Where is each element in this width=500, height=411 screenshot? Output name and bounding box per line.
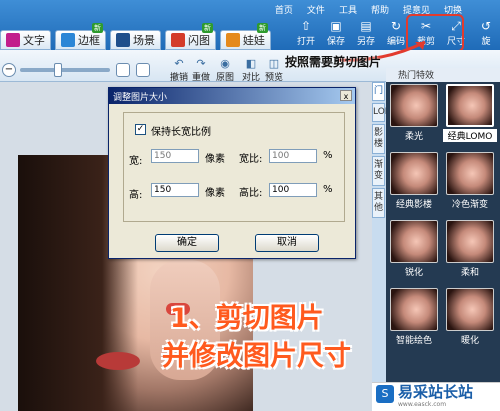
resize-dialog: 调整图片大小 x ✓ 保持长宽比例 宽: 150 像素 宽比: 100 % 高:… <box>108 87 356 259</box>
dialog-title: 调整图片大小 <box>113 93 168 103</box>
zoom-slider[interactable] <box>20 68 110 72</box>
edit-tool-0[interactable]: ↶ 撤销 <box>170 57 188 84</box>
effect-label[interactable]: 经典LOMO <box>443 129 497 142</box>
keep-ratio-checkbox[interactable]: ✓ <box>135 124 146 135</box>
save-as-icon: ▤ <box>360 19 372 33</box>
hint-label: 按照需要剪切图片 <box>285 55 382 69</box>
edit-tool-4[interactable]: ◫ 预览 <box>265 57 283 84</box>
height-percent: % <box>323 184 333 195</box>
cancel-button[interactable]: 取消 <box>255 234 319 252</box>
side-tab-2[interactable]: 影楼 <box>372 124 385 154</box>
tab-1[interactable]: 边框新 <box>55 23 106 50</box>
tab-icon <box>116 33 130 47</box>
edit-tool-icon: ↷ <box>196 57 206 70</box>
effect-label[interactable]: 柔和 <box>443 265 497 278</box>
width-ratio-input[interactable]: 100 <box>269 149 317 163</box>
effect-gallery: 柔光 经典LOMO 经典影楼 冷色渐变锐化 柔和智能绘色 暖化 <box>386 82 500 382</box>
effect-thumbnail[interactable] <box>446 220 494 263</box>
tab-4[interactable]: 娃娃新 <box>220 23 271 50</box>
tab-label: 场景 <box>133 34 155 47</box>
edit-tool-1[interactable]: ↷ 重做 <box>192 57 210 84</box>
effect-label[interactable]: 经典影楼 <box>387 197 441 210</box>
effect-label[interactable]: 柔光 <box>387 129 441 142</box>
tab-icon <box>171 33 185 47</box>
width-label: 宽: <box>129 156 143 167</box>
ok-button[interactable]: 确定 <box>155 234 219 252</box>
open-icon: ⇧ <box>300 19 312 33</box>
tab-0[interactable]: 文字 <box>0 30 51 50</box>
tab-label: 娃娃 <box>243 34 265 47</box>
height-label: 高: <box>129 190 143 201</box>
width-ratio-label: 宽比: <box>239 154 263 165</box>
height-input[interactable]: 150 <box>151 183 199 197</box>
gallery-header: 热门特效 <box>386 68 500 82</box>
tab-2[interactable]: 场景 <box>110 30 161 50</box>
tab-icon <box>226 33 240 47</box>
watermark-title: 易采站长站 <box>398 383 474 401</box>
effect-label[interactable]: 冷色渐变 <box>443 197 497 210</box>
menu-tools[interactable]: 工具 <box>339 3 357 16</box>
keep-ratio-label: 保持长宽比例 <box>151 127 211 138</box>
effect-thumbnail[interactable] <box>446 84 494 127</box>
watermark-subtitle: www.easck.com <box>398 401 447 408</box>
edit-tool-2[interactable]: ◉ 原图 <box>216 57 234 84</box>
effect-thumbnail[interactable] <box>446 288 494 331</box>
actual-size-icon[interactable] <box>136 63 150 77</box>
new-badge: 新 <box>257 23 268 33</box>
effect-label[interactable]: 智能绘色 <box>387 333 441 346</box>
width-percent: % <box>323 150 333 161</box>
open-button[interactable]: ⇧ 打开 <box>292 18 320 48</box>
width-input[interactable]: 150 <box>151 149 199 163</box>
new-badge: 新 <box>202 23 213 33</box>
menu-home[interactable]: 首页 <box>275 3 293 16</box>
effect-category-tabs: 门 LOMO 影楼渐变其他 <box>372 82 400 411</box>
toolbar-label: 打开 <box>296 37 315 47</box>
effect-label[interactable]: 锐化 <box>387 265 441 278</box>
edit-tool-icon: ◉ <box>220 57 230 70</box>
overlay-caption: 1、剪切图片 并修改图片尺寸 <box>162 300 351 376</box>
save-icon: ▣ <box>330 19 342 33</box>
side-tab-1[interactable]: LOMO <box>372 103 400 122</box>
effect-thumbnail[interactable] <box>446 152 494 195</box>
tab-label: 文字 <box>23 34 45 47</box>
edit-tool-icon: ◧ <box>245 57 257 70</box>
zoom-slider-handle[interactable] <box>54 63 62 77</box>
effect-thumbnail[interactable] <box>390 152 438 195</box>
overlay-line-2: 并修改图片尺寸 <box>162 341 351 372</box>
edit-tool-icon: ↶ <box>174 57 184 70</box>
close-icon[interactable]: x <box>340 90 352 101</box>
width-unit: 像素 <box>205 154 225 165</box>
effect-thumbnail[interactable] <box>390 288 438 331</box>
tab-icon <box>61 33 75 47</box>
toolbar-label: 旋 <box>481 37 491 47</box>
photo-lips <box>96 352 140 370</box>
rotate-button[interactable]: ↺ 旋 <box>472 18 500 48</box>
fit-icon[interactable] <box>116 63 130 77</box>
zoom-out-icon[interactable]: − <box>2 63 16 77</box>
side-tab-3[interactable]: 渐变 <box>372 156 385 186</box>
feature-tabs: 文字 边框新场景 闪图新娃娃新 <box>0 23 271 50</box>
edit-tool-3[interactable]: ◧ 对比 <box>242 57 260 84</box>
height-ratio-label: 高比: <box>239 188 263 199</box>
effect-label[interactable]: 暖化 <box>443 333 497 346</box>
watermark-logo-icon: S <box>376 385 394 403</box>
menu-file[interactable]: 文件 <box>307 3 325 16</box>
height-ratio-input[interactable]: 100 <box>269 183 317 197</box>
tab-3[interactable]: 闪图新 <box>165 23 216 50</box>
overlay-line-1: 1、剪切图片 <box>170 303 324 334</box>
tab-label: 边框 <box>78 34 100 47</box>
tab-icon <box>6 33 20 47</box>
effect-thumbnail[interactable] <box>390 220 438 263</box>
side-tab-4[interactable]: 其他 <box>372 188 385 218</box>
height-unit: 像素 <box>205 188 225 199</box>
effect-thumbnail[interactable] <box>390 84 438 127</box>
tab-label: 闪图 <box>188 34 210 47</box>
rotate-icon: ↺ <box>480 19 492 33</box>
side-tab-0[interactable]: 门 <box>372 82 385 101</box>
dialog-titlebar: 调整图片大小 x <box>109 88 355 104</box>
new-badge: 新 <box>92 23 103 33</box>
menu-help[interactable]: 帮助 <box>371 3 389 16</box>
edit-tool-icon: ◫ <box>268 57 280 70</box>
